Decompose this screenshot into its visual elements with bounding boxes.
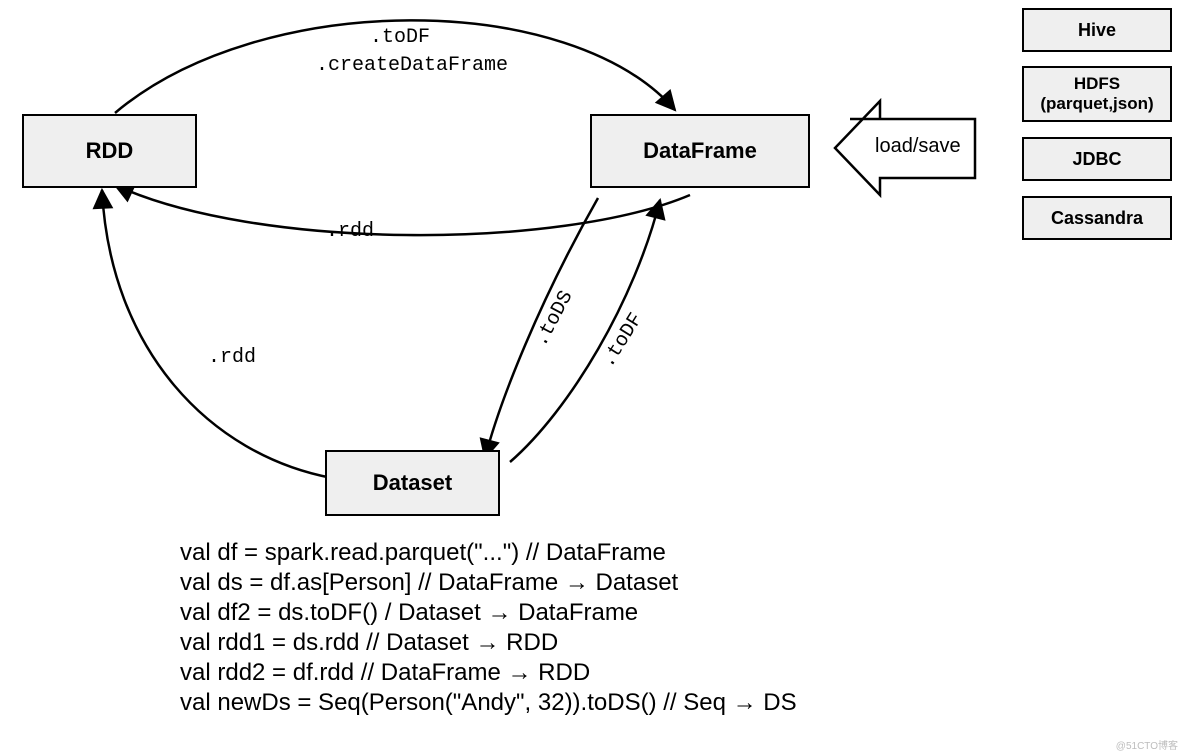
code-line-3: val rdd1 = ds.rdd // Dataset → RDD bbox=[180, 628, 797, 658]
node-rdd-label: RDD bbox=[86, 138, 134, 164]
source-box-0: Hive bbox=[1022, 8, 1172, 52]
code-line-5: val newDs = Seq(Person("Andy", 32)).toDS… bbox=[180, 688, 797, 718]
edge-label-rdd-dfrdd: .rdd bbox=[326, 220, 374, 243]
load-save-label: load/save bbox=[875, 135, 961, 158]
node-dataset: Dataset bbox=[325, 450, 500, 516]
source-label-0: Hive bbox=[1078, 20, 1116, 41]
node-dataframe-label: DataFrame bbox=[643, 138, 757, 164]
source-label-2: JDBC bbox=[1072, 149, 1121, 170]
node-dataset-label: Dataset bbox=[373, 470, 452, 496]
source-label-1: HDFS (parquet,json) bbox=[1040, 74, 1153, 113]
node-dataframe: DataFrame bbox=[590, 114, 810, 188]
code-line-0: val df = spark.read.parquet("...") // Da… bbox=[180, 538, 797, 568]
watermark: @51CTO博客 bbox=[1116, 737, 1178, 752]
edge-label-rdd-dsrdd: .rdd bbox=[208, 346, 256, 369]
code-block: val df = spark.read.parquet("...") // Da… bbox=[180, 538, 797, 718]
source-box-2: JDBC bbox=[1022, 137, 1172, 181]
node-rdd: RDD bbox=[22, 114, 197, 188]
source-label-3: Cassandra bbox=[1051, 208, 1143, 229]
diagram-stage: { "nodes": { "rdd": "RDD", "dataframe": … bbox=[0, 0, 1184, 756]
code-line-2: val df2 = ds.toDF() / Dataset → DataFram… bbox=[180, 598, 797, 628]
edge-label-createdataframe: .createDataFrame bbox=[316, 54, 508, 77]
source-box-1: HDFS (parquet,json) bbox=[1022, 66, 1172, 122]
edge-label-todf: .toDF bbox=[370, 26, 430, 49]
code-line-1: val ds = df.as[Person] // DataFrame → Da… bbox=[180, 568, 797, 598]
edge-dataframe-to-rdd bbox=[115, 185, 690, 235]
edge-dataset-to-rdd bbox=[102, 190, 332, 478]
source-box-3: Cassandra bbox=[1022, 196, 1172, 240]
code-line-4: val rdd2 = df.rdd // DataFrame → RDD bbox=[180, 658, 797, 688]
